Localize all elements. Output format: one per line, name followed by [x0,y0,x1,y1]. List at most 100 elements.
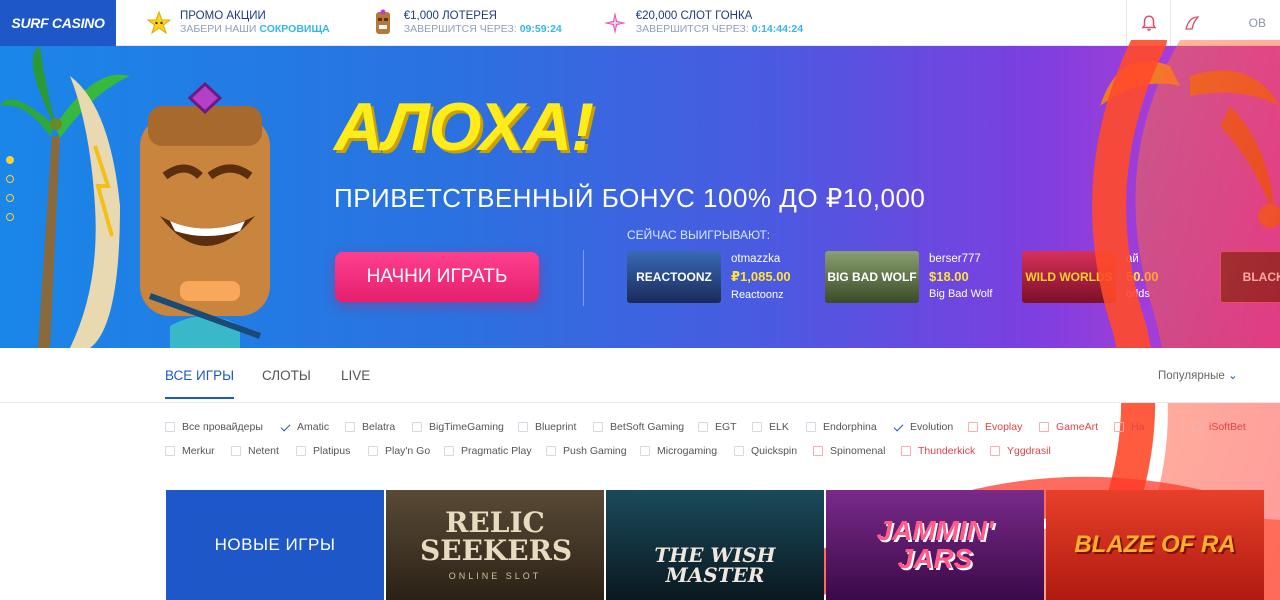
checkbox[interactable] [1192,422,1202,432]
checkbox[interactable] [368,446,378,456]
logo-text: SURF CASINO [11,14,105,31]
top-bar: SURF CASINO ПРОМО АКЦИИ ЗАБЕРИ НАШИ СОКР… [0,0,1280,46]
provider-checkbox[interactable]: BetSoft Gaming [593,421,684,433]
provider-checkbox[interactable]: Evolution [893,421,953,433]
winner-game: Big Bad Wolf [929,288,993,300]
checkbox[interactable] [280,422,290,432]
game-thumbnail: BLACKJ [1220,251,1280,303]
tab-live[interactable]: LIVE [341,368,370,383]
chevron-down-icon: ⌄ [1227,370,1238,382]
promo-sub: ЗАБЕРИ НАШИ [180,23,257,35]
provider-label: Netent [248,445,279,457]
thumb-text: WILD WORLDS [1025,270,1113,284]
provider-checkbox[interactable]: BigTimeGaming [412,421,504,433]
checkbox[interactable] [593,422,603,432]
checkbox[interactable] [734,446,744,456]
thumb-text: REACTOONZ [636,270,712,284]
promo-title: €1,000 ЛОТЕРЕЯ [403,10,497,22]
provider-checkbox[interactable]: GameArt [1039,421,1098,433]
provider-checkbox[interactable]: Belatra [345,421,395,433]
game-card[interactable]: THE WISH MASTER [606,490,824,600]
provider-label: Push Gaming [563,445,627,457]
provider-checkbox[interactable]: Endorphina [806,421,877,433]
checkbox[interactable] [752,422,762,432]
provider-checkbox[interactable]: Merkur [165,445,215,457]
provider-checkbox[interactable]: Netent [231,445,279,457]
checkbox[interactable] [231,446,241,456]
provider-checkbox[interactable]: iSoftBet [1192,421,1246,433]
provider-checkbox[interactable]: Push Gaming [546,445,627,457]
provider-checkbox[interactable]: Microgaming [640,445,717,457]
provider-label: Все провайдеры [182,421,263,433]
slider-dot[interactable] [6,156,14,164]
login-button[interactable]: ОВ [1170,0,1280,46]
slider-dot[interactable] [6,213,14,221]
provider-label: Quickspin [751,445,798,457]
game-card[interactable]: RELIC SEEKERS ONLINE SLOT [386,490,604,600]
checkbox[interactable] [901,446,911,456]
checkbox[interactable] [968,422,978,432]
provider-checkbox[interactable]: Spinomenal [813,445,885,457]
checkbox[interactable] [698,422,708,432]
provider-checkbox[interactable]: Pragmatic Play [444,445,532,457]
game-card[interactable]: BLAZE OF RA [1046,490,1264,600]
checkbox[interactable] [412,422,422,432]
slider-dot[interactable] [6,194,14,202]
provider-checkbox[interactable]: Ha [1114,421,1144,433]
tab-slots[interactable]: СЛОТЫ [262,368,311,383]
game-tabs: ВСЕ ИГРЫ СЛОТЫ LIVE Популярные ⌄ [0,348,1280,403]
promo-title: ПРОМО АКЦИИ [180,10,266,22]
checkbox[interactable] [345,422,355,432]
provider-checkbox[interactable]: Platipus [296,445,350,457]
checkbox[interactable] [518,422,528,432]
new-games-tile[interactable]: НОВЫЕ ИГРЫ [166,490,384,600]
promo-lottery[interactable]: €1,000 ЛОТЕРЕЯ ЗАВЕРШИТСЯ ЧЕРЕЗ: 09:59:2… [370,0,562,46]
provider-checkbox[interactable]: Amatic [280,421,329,433]
tab-all-games[interactable]: ВСЕ ИГРЫ [165,368,235,399]
slider-dot[interactable] [6,175,14,183]
provider-checkbox[interactable]: Play'n Go [368,445,430,457]
game-card[interactable]: JAMMIN' JARS [826,490,1044,600]
promo-slot-race[interactable]: €20,000 СЛОТ ГОНКА ЗАВЕРШИТСЯ ЧЕРЕЗ: 0:1… [602,0,803,46]
notifications-button[interactable] [1126,0,1170,46]
checkbox[interactable] [546,446,556,456]
winner-user: otmazzka [731,253,781,265]
winner-item[interactable]: WILD WORLDS ай 50.00 orlds [1022,251,1159,303]
provider-checkbox[interactable]: Все провайдеры [165,421,263,433]
game-thumbnail: BIG BAD WOLF [825,251,919,303]
provider-label: Ha [1131,421,1145,433]
provider-label: Evolution [910,421,954,433]
checkbox[interactable] [640,446,650,456]
promo-actions[interactable]: ПРОМО АКЦИИ ЗАБЕРИ НАШИ СОКРОВИЩА [146,0,330,46]
provider-checkbox[interactable]: EGT [698,421,737,433]
sparkle-icon [602,10,628,36]
sort-label: Популярные [1158,370,1225,382]
hero-subtitle: ПРИВЕТСТВЕННЫЙ БОНУС 100% ДО ₽10,000 [334,183,926,213]
provider-checkbox[interactable]: Blueprint [518,421,576,433]
provider-checkbox[interactable]: Evoplay [968,421,1022,433]
sort-dropdown[interactable]: Популярные ⌄ [1158,368,1238,382]
checkbox[interactable] [444,446,454,456]
checkbox[interactable] [893,422,903,432]
start-playing-button[interactable]: НАЧНИ ИГРАТЬ [335,252,539,302]
checkbox[interactable] [1039,422,1049,432]
checkbox[interactable] [806,422,816,432]
logo[interactable]: SURF CASINO [0,0,116,46]
checkbox[interactable] [296,446,306,456]
winner-item[interactable]: BLACKJ [1220,251,1280,303]
winner-item[interactable]: BIG BAD WOLF berser777 $18.00 Big Bad Wo… [825,251,992,303]
promo-sub-value: 0:14:44:24 [751,23,804,35]
checkbox[interactable] [165,446,175,456]
checkbox[interactable] [1114,422,1124,432]
winner-item[interactable]: REACTOONZ otmazzka ₽1,085.00 Reactoonz [627,251,791,303]
game-title: BLAZE OF RA [1074,531,1236,558]
checkbox[interactable] [813,446,823,456]
winner-amount: ₽1,085.00 [731,269,791,284]
provider-checkbox[interactable]: Yggdrasil [990,445,1051,457]
checkbox[interactable] [990,446,1000,456]
tiki-icon [370,9,396,36]
provider-checkbox[interactable]: Thunderkick [901,445,975,457]
checkbox[interactable] [165,422,175,432]
provider-checkbox[interactable]: ELK [752,421,789,433]
provider-checkbox[interactable]: Quickspin [734,445,797,457]
